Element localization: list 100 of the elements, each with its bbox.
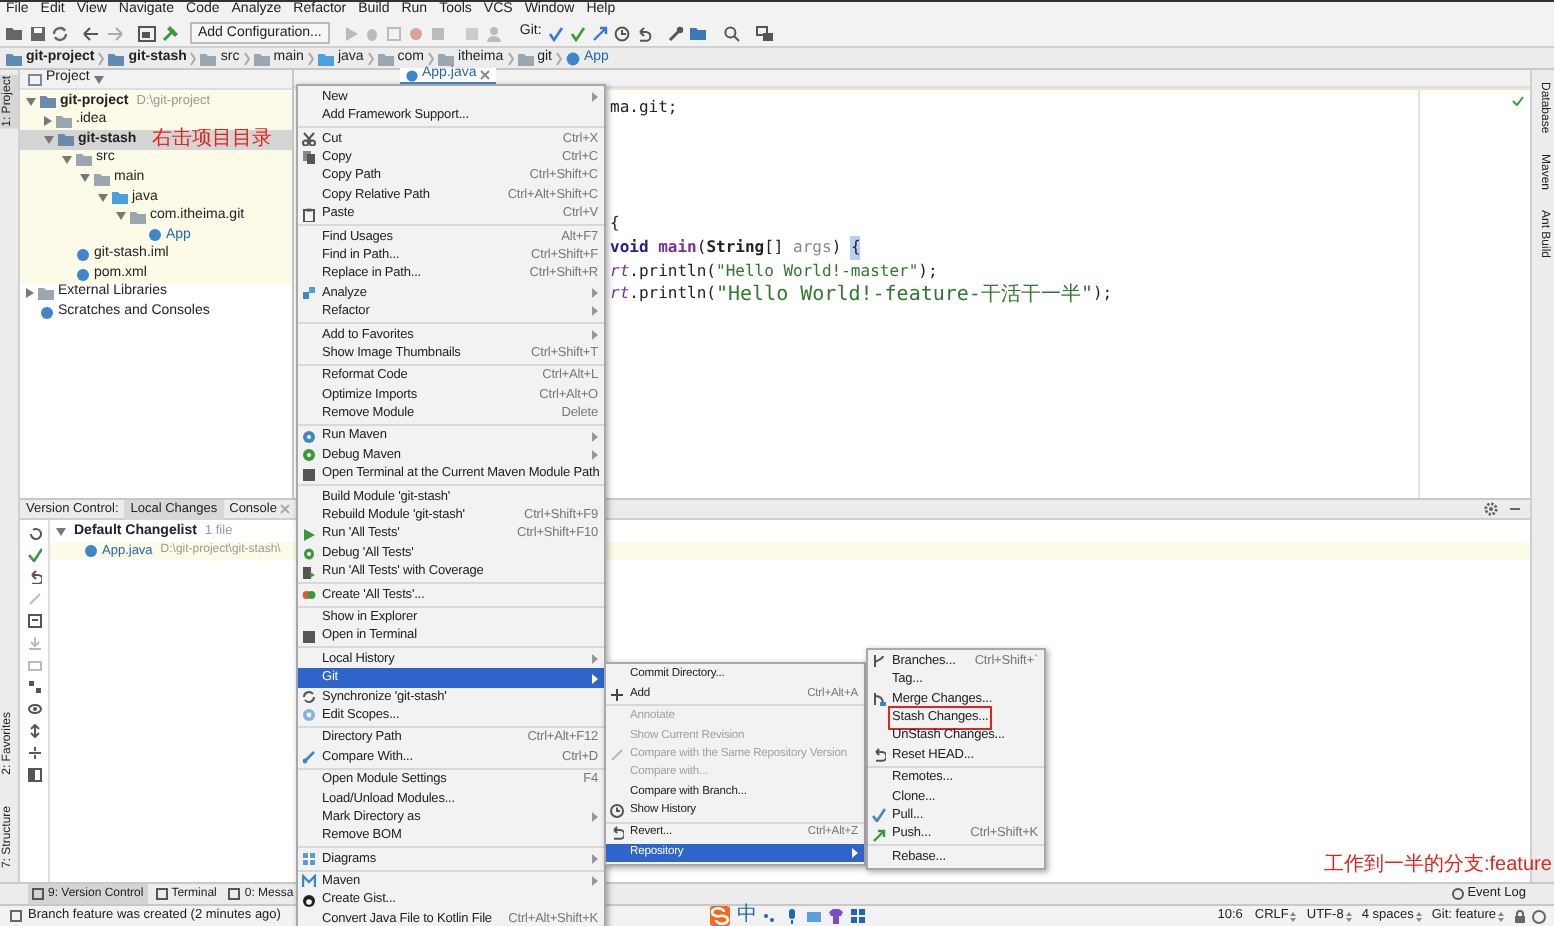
- shirt-icon[interactable]: [828, 908, 845, 924]
- arrow-icon: [872, 827, 886, 842]
- caret-icon: [592, 812, 598, 823]
- chevron-icon: [367, 51, 374, 65]
- eye-icon[interactable]: [27, 702, 41, 716]
- preview-icon[interactable]: [27, 614, 41, 628]
- collapse-icon[interactable]: [27, 746, 41, 760]
- chevron-icon: [98, 51, 105, 65]
- expand-icon[interactable]: [27, 724, 41, 738]
- dropdown-icon[interactable]: [1415, 911, 1422, 921]
- undo-icon: [610, 826, 624, 841]
- folder-icon[interactable]: [689, 25, 708, 41]
- compare-icon: [610, 747, 624, 762]
- caret-icon[interactable]: [56, 527, 66, 536]
- folder-icon: [253, 51, 270, 65]
- check-icon[interactable]: [27, 548, 41, 562]
- caret-icon: [592, 329, 598, 340]
- tab-icon: [228, 888, 241, 900]
- file-icon: [148, 228, 162, 243]
- sync-icon: [302, 689, 316, 704]
- commit-icon[interactable]: [569, 25, 586, 41]
- wrench-icon[interactable]: [667, 25, 684, 41]
- input-mode-label[interactable]: 中: [736, 906, 757, 926]
- refresh-icon[interactable]: [27, 526, 41, 540]
- hammer-icon[interactable]: [162, 24, 180, 42]
- scissors-icon: [302, 131, 316, 146]
- caret-icon: [592, 92, 598, 103]
- copy-icon: [302, 150, 316, 165]
- undo-icon: [872, 748, 886, 763]
- code-line: rt.println("Hello World!-feature-干活干一半");: [610, 283, 1115, 307]
- chevron-icon: [556, 51, 562, 65]
- undo-icon[interactable]: [27, 570, 41, 584]
- terminal-icon: [302, 629, 316, 644]
- sync-icon[interactable]: [52, 25, 68, 41]
- back-arrow-icon[interactable]: [82, 25, 100, 41]
- maven-icon: [302, 874, 316, 889]
- diagram-icon: [302, 852, 316, 867]
- folder-icon: [317, 51, 334, 65]
- caret-icon[interactable]: [26, 288, 34, 299]
- dropdown-icon[interactable]: [1498, 911, 1504, 921]
- undo-icon[interactable]: [635, 25, 652, 41]
- caret-icon: [852, 847, 858, 858]
- history-icon[interactable]: [613, 25, 630, 41]
- terminal-icon: [302, 467, 316, 482]
- class-icon: [406, 69, 418, 81]
- group-icon[interactable]: [27, 680, 41, 694]
- update-icon[interactable]: [547, 25, 564, 41]
- chevron-icon: [507, 51, 514, 65]
- clock-icon: [610, 803, 624, 818]
- file-icon: [40, 305, 54, 320]
- folder-icon: [517, 51, 534, 65]
- analyze-icon: [302, 286, 316, 301]
- dropdown-icon[interactable]: [1345, 911, 1352, 921]
- chevron-icon: [307, 51, 314, 65]
- windows-icon[interactable]: [755, 25, 774, 41]
- tab-icon: [32, 888, 44, 900]
- lock-icon[interactable]: [1514, 909, 1526, 923]
- window-icon[interactable]: [138, 25, 156, 41]
- code-line: {: [610, 212, 622, 237]
- chevron-icon: [243, 51, 250, 65]
- class-icon: [566, 51, 580, 65]
- folder-icon: [377, 51, 394, 65]
- chevron-icon: [428, 51, 435, 65]
- branch-icon: [872, 654, 886, 669]
- folder-icon: [108, 51, 125, 65]
- compare-icon: [302, 750, 316, 765]
- chevron-icon: [190, 51, 197, 65]
- compare-icon[interactable]: [591, 25, 608, 41]
- close-icon[interactable]: [480, 70, 491, 80]
- merge-icon: [872, 691, 886, 706]
- test-icon: [302, 587, 316, 602]
- scope-icon: [302, 708, 316, 723]
- settings-icon[interactable]: [1484, 502, 1498, 516]
- search-icon[interactable]: [723, 25, 740, 41]
- plus-icon: [610, 687, 624, 702]
- check-icon: [1512, 96, 1524, 106]
- panel-icon: [28, 73, 42, 85]
- microphone-icon[interactable]: [784, 908, 801, 924]
- keyboard-icon[interactable]: [806, 908, 823, 924]
- folder-icon: [200, 51, 217, 65]
- dropdown-icon[interactable]: [1290, 911, 1297, 921]
- annotation-text: 右击项目目录: [152, 129, 273, 150]
- minimize-icon[interactable]: [1508, 502, 1522, 516]
- annotation-text: 工作到一半的分支:feature: [1324, 856, 1552, 876]
- save-icon[interactable]: [30, 25, 46, 41]
- caret-icon[interactable]: [93, 75, 104, 83]
- code-line: rt.println("Hello World!-master");: [610, 259, 940, 284]
- code-line: void main(String[] args) {: [610, 236, 863, 260]
- class-icon: [84, 543, 98, 558]
- tab-icon: [155, 888, 168, 900]
- punctuation-icon[interactable]: [762, 908, 779, 924]
- run-icon: [302, 527, 316, 542]
- message-icon[interactable]: [10, 910, 22, 922]
- checkmark-icon: [872, 808, 886, 823]
- bug-icon: [302, 546, 316, 561]
- input-method-icon[interactable]: [710, 906, 731, 926]
- layout-icon[interactable]: [27, 768, 41, 782]
- grid-icon[interactable]: [850, 908, 867, 924]
- coverage-icon: [302, 565, 316, 580]
- code-line: ma.git;: [610, 96, 680, 120]
